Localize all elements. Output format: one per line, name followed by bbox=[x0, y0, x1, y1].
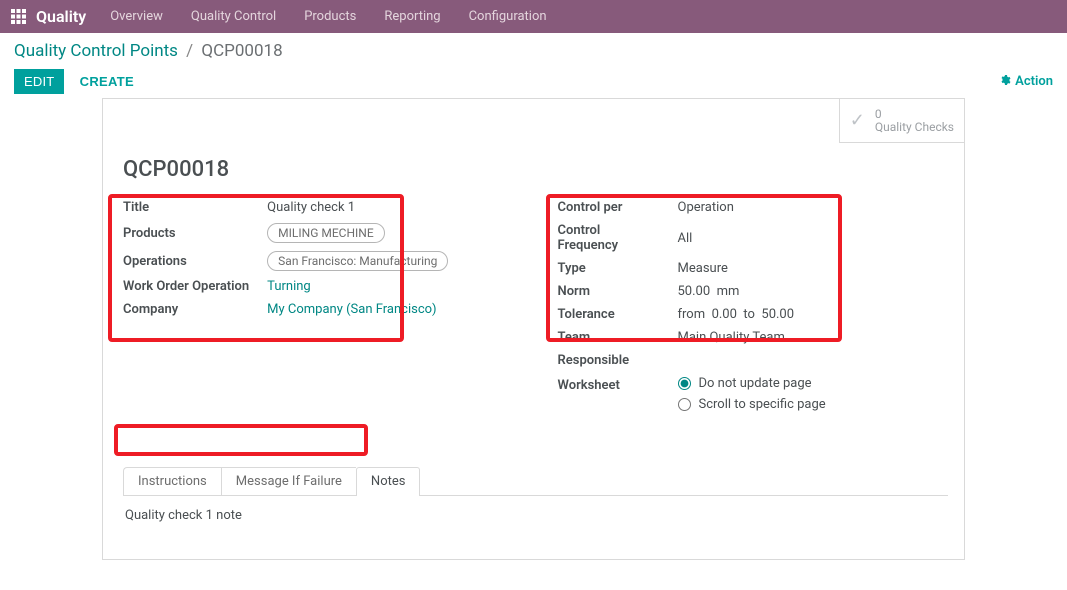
quality-checks-stat[interactable]: ✓ 0 Quality Checks bbox=[839, 99, 964, 143]
apps-icon[interactable] bbox=[8, 7, 28, 27]
woo-label: Work Order Operation bbox=[123, 275, 267, 298]
tol-label: Tolerance bbox=[558, 303, 678, 326]
team-value: Main Quality Team bbox=[678, 326, 826, 349]
type-label: Type bbox=[558, 257, 678, 280]
nav-overview[interactable]: Overview bbox=[110, 9, 163, 24]
ws-radio-1[interactable] bbox=[678, 377, 691, 390]
products-label: Products bbox=[123, 219, 267, 247]
ws-radio-2[interactable] bbox=[678, 398, 691, 411]
ws-opt1-label: Do not update page bbox=[699, 376, 812, 391]
action-label: Action bbox=[1015, 74, 1053, 89]
norm-value: 50.00 bbox=[678, 284, 711, 299]
title-value: Quality check 1 bbox=[267, 196, 448, 219]
product-tag[interactable]: MILING MECHINE bbox=[267, 223, 385, 243]
ws-opt2-label: Scroll to specific page bbox=[699, 397, 826, 412]
norm-label: Norm bbox=[558, 280, 678, 303]
action-menu[interactable]: Action bbox=[999, 74, 1053, 90]
operations-label: Operations bbox=[123, 247, 267, 275]
breadcrumb-sep: / bbox=[186, 41, 193, 61]
freq-value: All bbox=[678, 219, 826, 257]
tol-from-lbl: from bbox=[678, 307, 706, 322]
app-title[interactable]: Quality bbox=[36, 7, 86, 26]
company-label: Company bbox=[123, 298, 267, 321]
ws-label: Worksheet bbox=[558, 372, 678, 422]
breadcrumb-root[interactable]: Quality Control Points bbox=[14, 41, 178, 61]
record-title: QCP00018 bbox=[123, 157, 948, 182]
nav-products[interactable]: Products bbox=[304, 9, 356, 24]
breadcrumb: Quality Control Points / QCP00018 bbox=[14, 41, 1053, 61]
breadcrumb-current: QCP00018 bbox=[201, 41, 282, 61]
type-value: Measure bbox=[678, 257, 826, 280]
edit-button[interactable]: EDIT bbox=[14, 69, 64, 94]
nav-quality-control[interactable]: Quality Control bbox=[191, 9, 276, 24]
ws-opt1[interactable]: Do not update page bbox=[678, 376, 826, 391]
nav-configuration[interactable]: Configuration bbox=[469, 9, 547, 24]
tab-notes[interactable]: Notes bbox=[356, 467, 421, 496]
control-per-value: Operation bbox=[678, 196, 826, 219]
resp-label: Responsible bbox=[558, 349, 678, 372]
tabs: Instructions Message If Failure Notes bbox=[123, 466, 948, 496]
control-per-label: Control per bbox=[558, 196, 678, 219]
tol-from-val: 0.00 bbox=[712, 307, 737, 322]
check-icon: ✓ bbox=[850, 110, 865, 131]
team-label: Team bbox=[558, 326, 678, 349]
create-button[interactable]: CREATE bbox=[80, 74, 134, 89]
ws-opt2[interactable]: Scroll to specific page bbox=[678, 397, 826, 412]
operation-tag[interactable]: San Francisco: Manufacturing bbox=[267, 251, 448, 271]
tab-content: Quality check 1 note bbox=[123, 496, 948, 535]
company-value[interactable]: My Company (San Francisco) bbox=[267, 302, 436, 317]
title-label: Title bbox=[123, 196, 267, 219]
form-sheet: ✓ 0 Quality Checks QCP00018 Title Qualit… bbox=[102, 98, 965, 560]
tol-to-val: 50.00 bbox=[761, 307, 794, 322]
control-bar: Quality Control Points / QCP00018 EDIT C… bbox=[0, 33, 1067, 98]
tol-to-lbl: to bbox=[743, 307, 755, 322]
gear-icon bbox=[999, 74, 1011, 90]
tab-message-if-failure[interactable]: Message If Failure bbox=[221, 467, 356, 496]
resp-value bbox=[678, 349, 826, 372]
norm-unit: mm bbox=[717, 284, 740, 299]
freq-label: Control Frequency bbox=[558, 219, 678, 257]
stat-label: Quality Checks bbox=[875, 120, 954, 134]
woo-value[interactable]: Turning bbox=[267, 279, 311, 294]
nav-reporting[interactable]: Reporting bbox=[384, 9, 440, 24]
top-nav: Quality Overview Quality Control Product… bbox=[0, 0, 1067, 33]
tab-instructions[interactable]: Instructions bbox=[123, 467, 221, 496]
